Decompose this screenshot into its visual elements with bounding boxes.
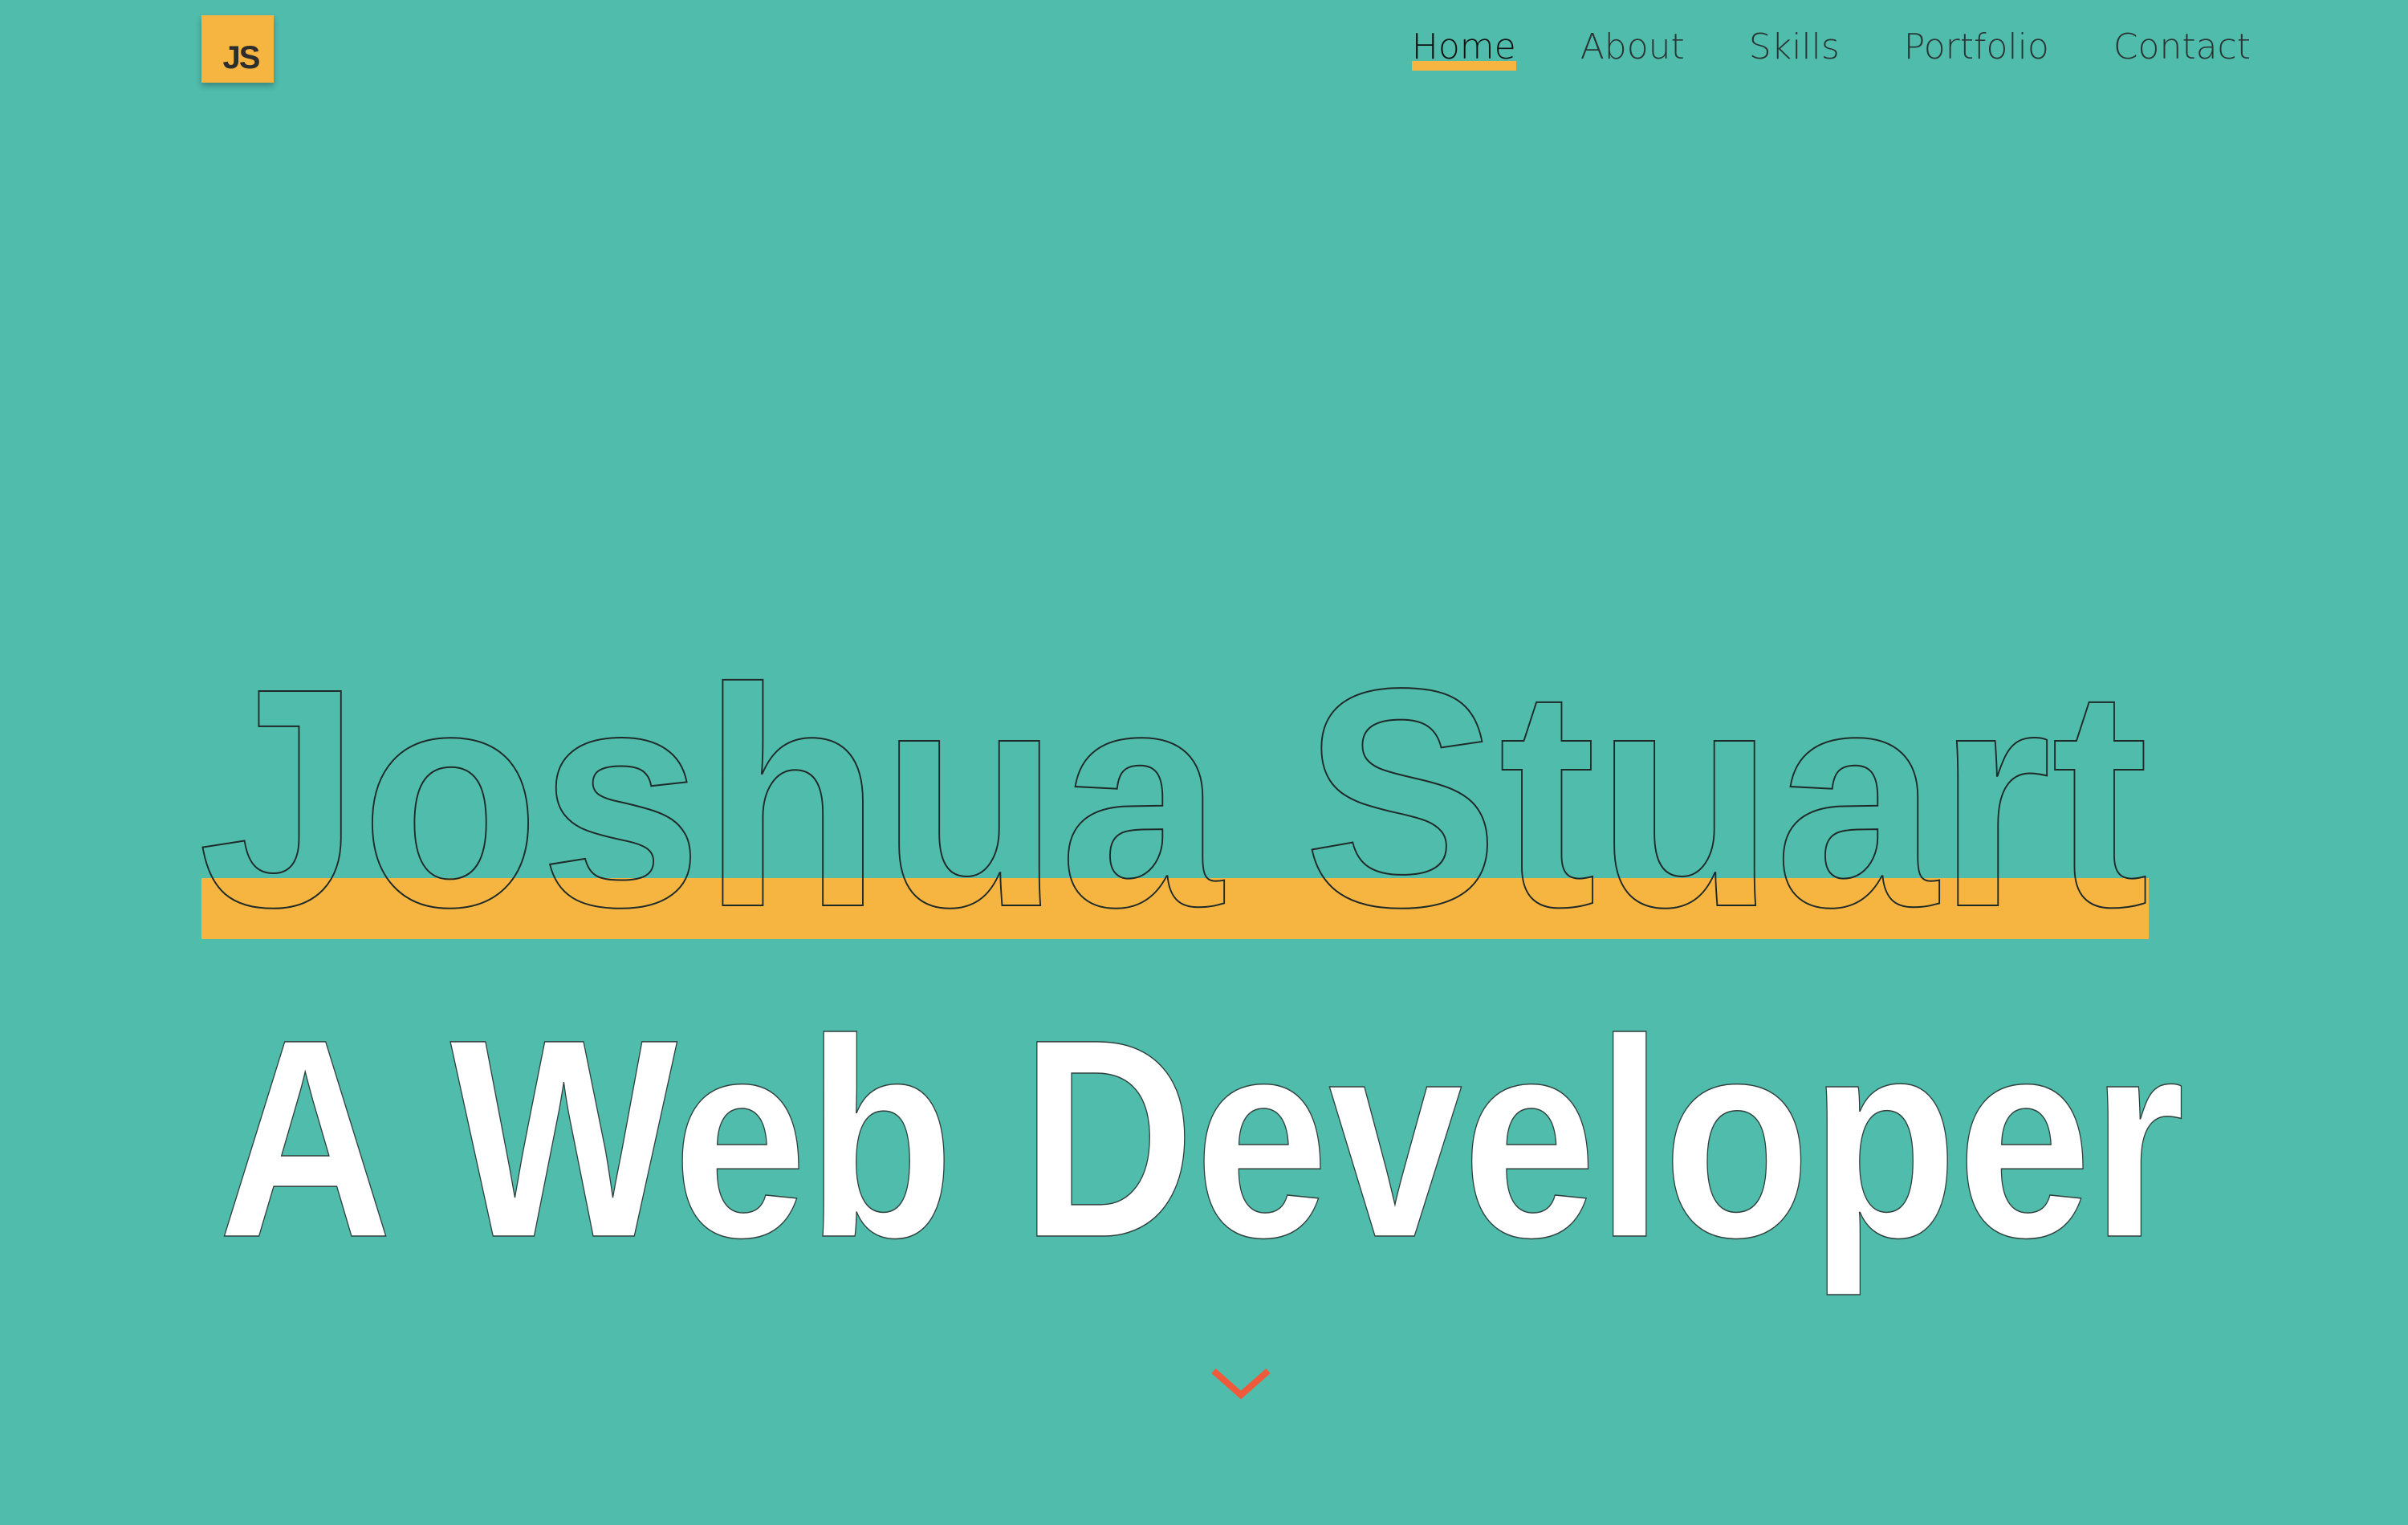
nav-link-label: Contact: [2113, 26, 2251, 67]
nav-link-label: About: [1580, 26, 1685, 67]
nav-link-contact[interactable]: Contact: [2113, 22, 2251, 72]
hero-role: A Web Developer: [218, 979, 2186, 1299]
logo[interactable]: JS: [201, 15, 274, 83]
nav-link-home[interactable]: Home: [1411, 22, 1516, 72]
hero-name-text: Joshua Stuart: [198, 624, 2149, 972]
nav-link-label: Home: [1411, 26, 1516, 67]
hero-name-block: Joshua Stuart: [197, 624, 2150, 973]
logo-text: JS: [222, 40, 261, 75]
chevron-down-icon[interactable]: [1209, 1363, 1273, 1403]
nav-link-about[interactable]: About: [1580, 22, 1685, 72]
nav-link-portfolio[interactable]: Portfolio: [1904, 22, 2049, 72]
hero-name: Joshua Stuart: [197, 624, 2150, 973]
main-nav: Home About Skills Portfolio Contact: [1411, 22, 2251, 72]
hero-role-text: A Web Developer: [218, 980, 2185, 1298]
nav-link-label: Skills: [1748, 26, 1840, 67]
nav-link-skills[interactable]: Skills: [1749, 22, 1840, 72]
nav-link-label: Portfolio: [1903, 26, 2049, 67]
